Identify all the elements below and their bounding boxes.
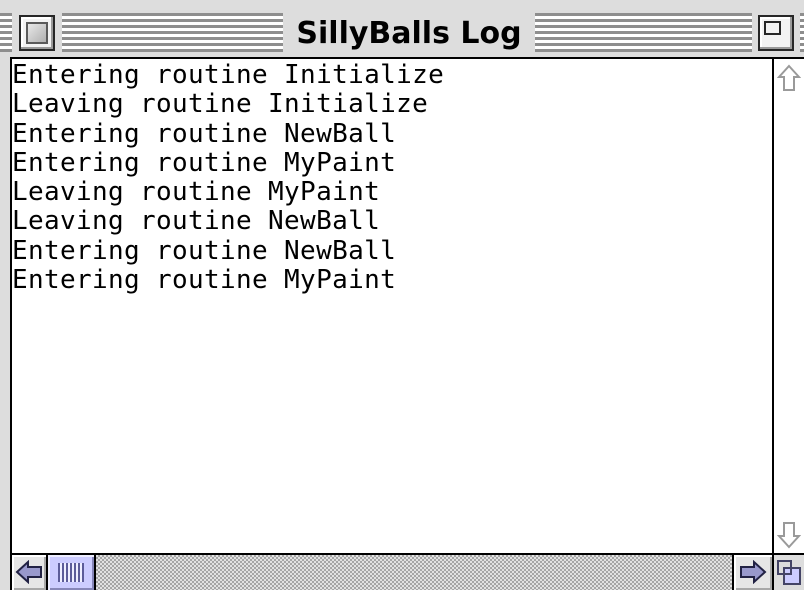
log-line: Leaving routine NewBall	[12, 206, 381, 237]
log-line: Leaving routine MyPaint	[12, 177, 381, 208]
grow-box-icon	[777, 560, 801, 585]
log-line: Entering routine MyPaint	[12, 147, 397, 178]
scroll-down-button[interactable]	[774, 516, 804, 553]
close-button[interactable]	[19, 15, 55, 51]
thumb-grip	[58, 563, 84, 582]
log-window: SillyBalls Log Entering routine Initiali…	[0, 0, 804, 590]
scroll-right-button[interactable]	[732, 555, 772, 590]
zoom-box-icon	[764, 21, 781, 35]
title-bar[interactable]: SillyBalls Log	[0, 0, 804, 57]
horizontal-scroll-track[interactable]	[48, 555, 732, 590]
log-text-view: Entering routine Initialize Leaving rout…	[12, 59, 772, 553]
log-line: Entering routine NewBall	[12, 235, 397, 266]
scroll-left-button[interactable]	[12, 555, 48, 590]
zoom-button[interactable]	[758, 15, 794, 51]
vertical-scrollbar[interactable]	[772, 59, 804, 553]
resize-grow-box[interactable]	[772, 553, 804, 590]
left-arrow-icon	[15, 560, 42, 584]
title-area: SillyBalls Log	[283, 9, 535, 56]
scroll-up-button[interactable]	[774, 59, 804, 96]
horizontal-scrollbar[interactable]	[12, 553, 772, 590]
right-arrow-icon	[740, 560, 767, 584]
close-box-icon	[26, 22, 48, 44]
horizontal-scroll-thumb[interactable]	[48, 555, 96, 590]
log-line: Leaving routine Initialize	[12, 89, 429, 120]
vertical-scroll-track[interactable]	[774, 96, 804, 516]
up-arrow-icon	[777, 64, 801, 91]
log-line: Entering routine NewBall	[12, 118, 397, 149]
log-line: Entering routine Initialize	[12, 60, 445, 90]
down-arrow-icon	[777, 522, 801, 549]
window-title: SillyBalls Log	[296, 16, 522, 51]
log-line: Entering routine MyPaint	[12, 265, 397, 296]
close-box-area	[12, 9, 62, 56]
zoom-box-area	[752, 9, 800, 56]
